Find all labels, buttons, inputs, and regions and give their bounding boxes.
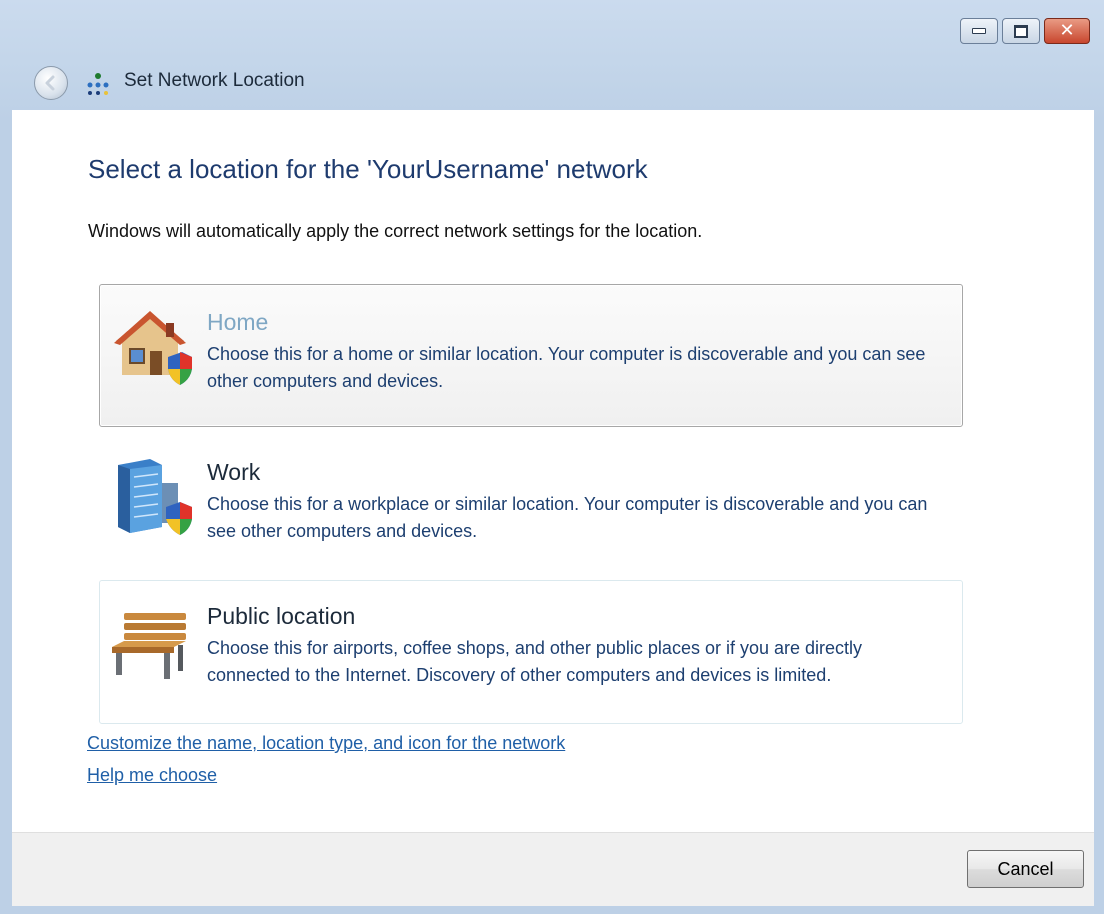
work-option[interactable]: Work Choose this for a workplace or simi… [99, 440, 963, 580]
park-bench-icon [112, 613, 186, 679]
minimize-button[interactable] [960, 18, 998, 44]
close-button[interactable]: ✕ [1044, 18, 1090, 44]
maximize-button[interactable] [1002, 18, 1040, 44]
public-location-option-description: Choose this for airports, coffee shops, … [207, 638, 863, 685]
back-button[interactable] [34, 66, 68, 100]
work-building-icon [118, 459, 192, 535]
page-heading: Select a location for the 'YourUsername'… [88, 154, 648, 184]
home-icon [114, 311, 192, 385]
page-description: Windows will automatically apply the cor… [88, 221, 703, 241]
home-option-description: Choose this for a home or similar locati… [207, 344, 926, 391]
help-me-choose-link[interactable]: Help me choose [87, 765, 217, 786]
set-network-location-window: ✕ Set Network Location Select a location… [0, 0, 1104, 914]
cancel-button[interactable]: Cancel [967, 850, 1084, 888]
close-icon: ✕ [1059, 20, 1075, 41]
minimize-icon [972, 28, 986, 34]
public-location-option[interactable]: Public location Choose this for airports… [99, 580, 963, 724]
caption-buttons: ✕ [960, 18, 1090, 44]
network-icon [87, 73, 109, 95]
work-option-title: Work [207, 459, 261, 485]
content-area: Select a location for the 'YourUsername'… [12, 110, 1094, 832]
public-location-option-title: Public location [207, 603, 356, 629]
customize-network-link[interactable]: Customize the name, location type, and i… [87, 733, 565, 754]
title-bar: ✕ Set Network Location [0, 0, 1104, 110]
home-option[interactable]: Home Choose this for a home or similar l… [99, 284, 963, 427]
back-arrow-icon [45, 75, 55, 91]
maximize-icon [1014, 24, 1028, 38]
work-option-description: Choose this for a workplace or similar l… [207, 494, 928, 541]
home-option-title: Home [207, 309, 269, 335]
dialog-footer: Cancel [12, 832, 1094, 906]
window-title: Set Network Location [124, 70, 305, 91]
